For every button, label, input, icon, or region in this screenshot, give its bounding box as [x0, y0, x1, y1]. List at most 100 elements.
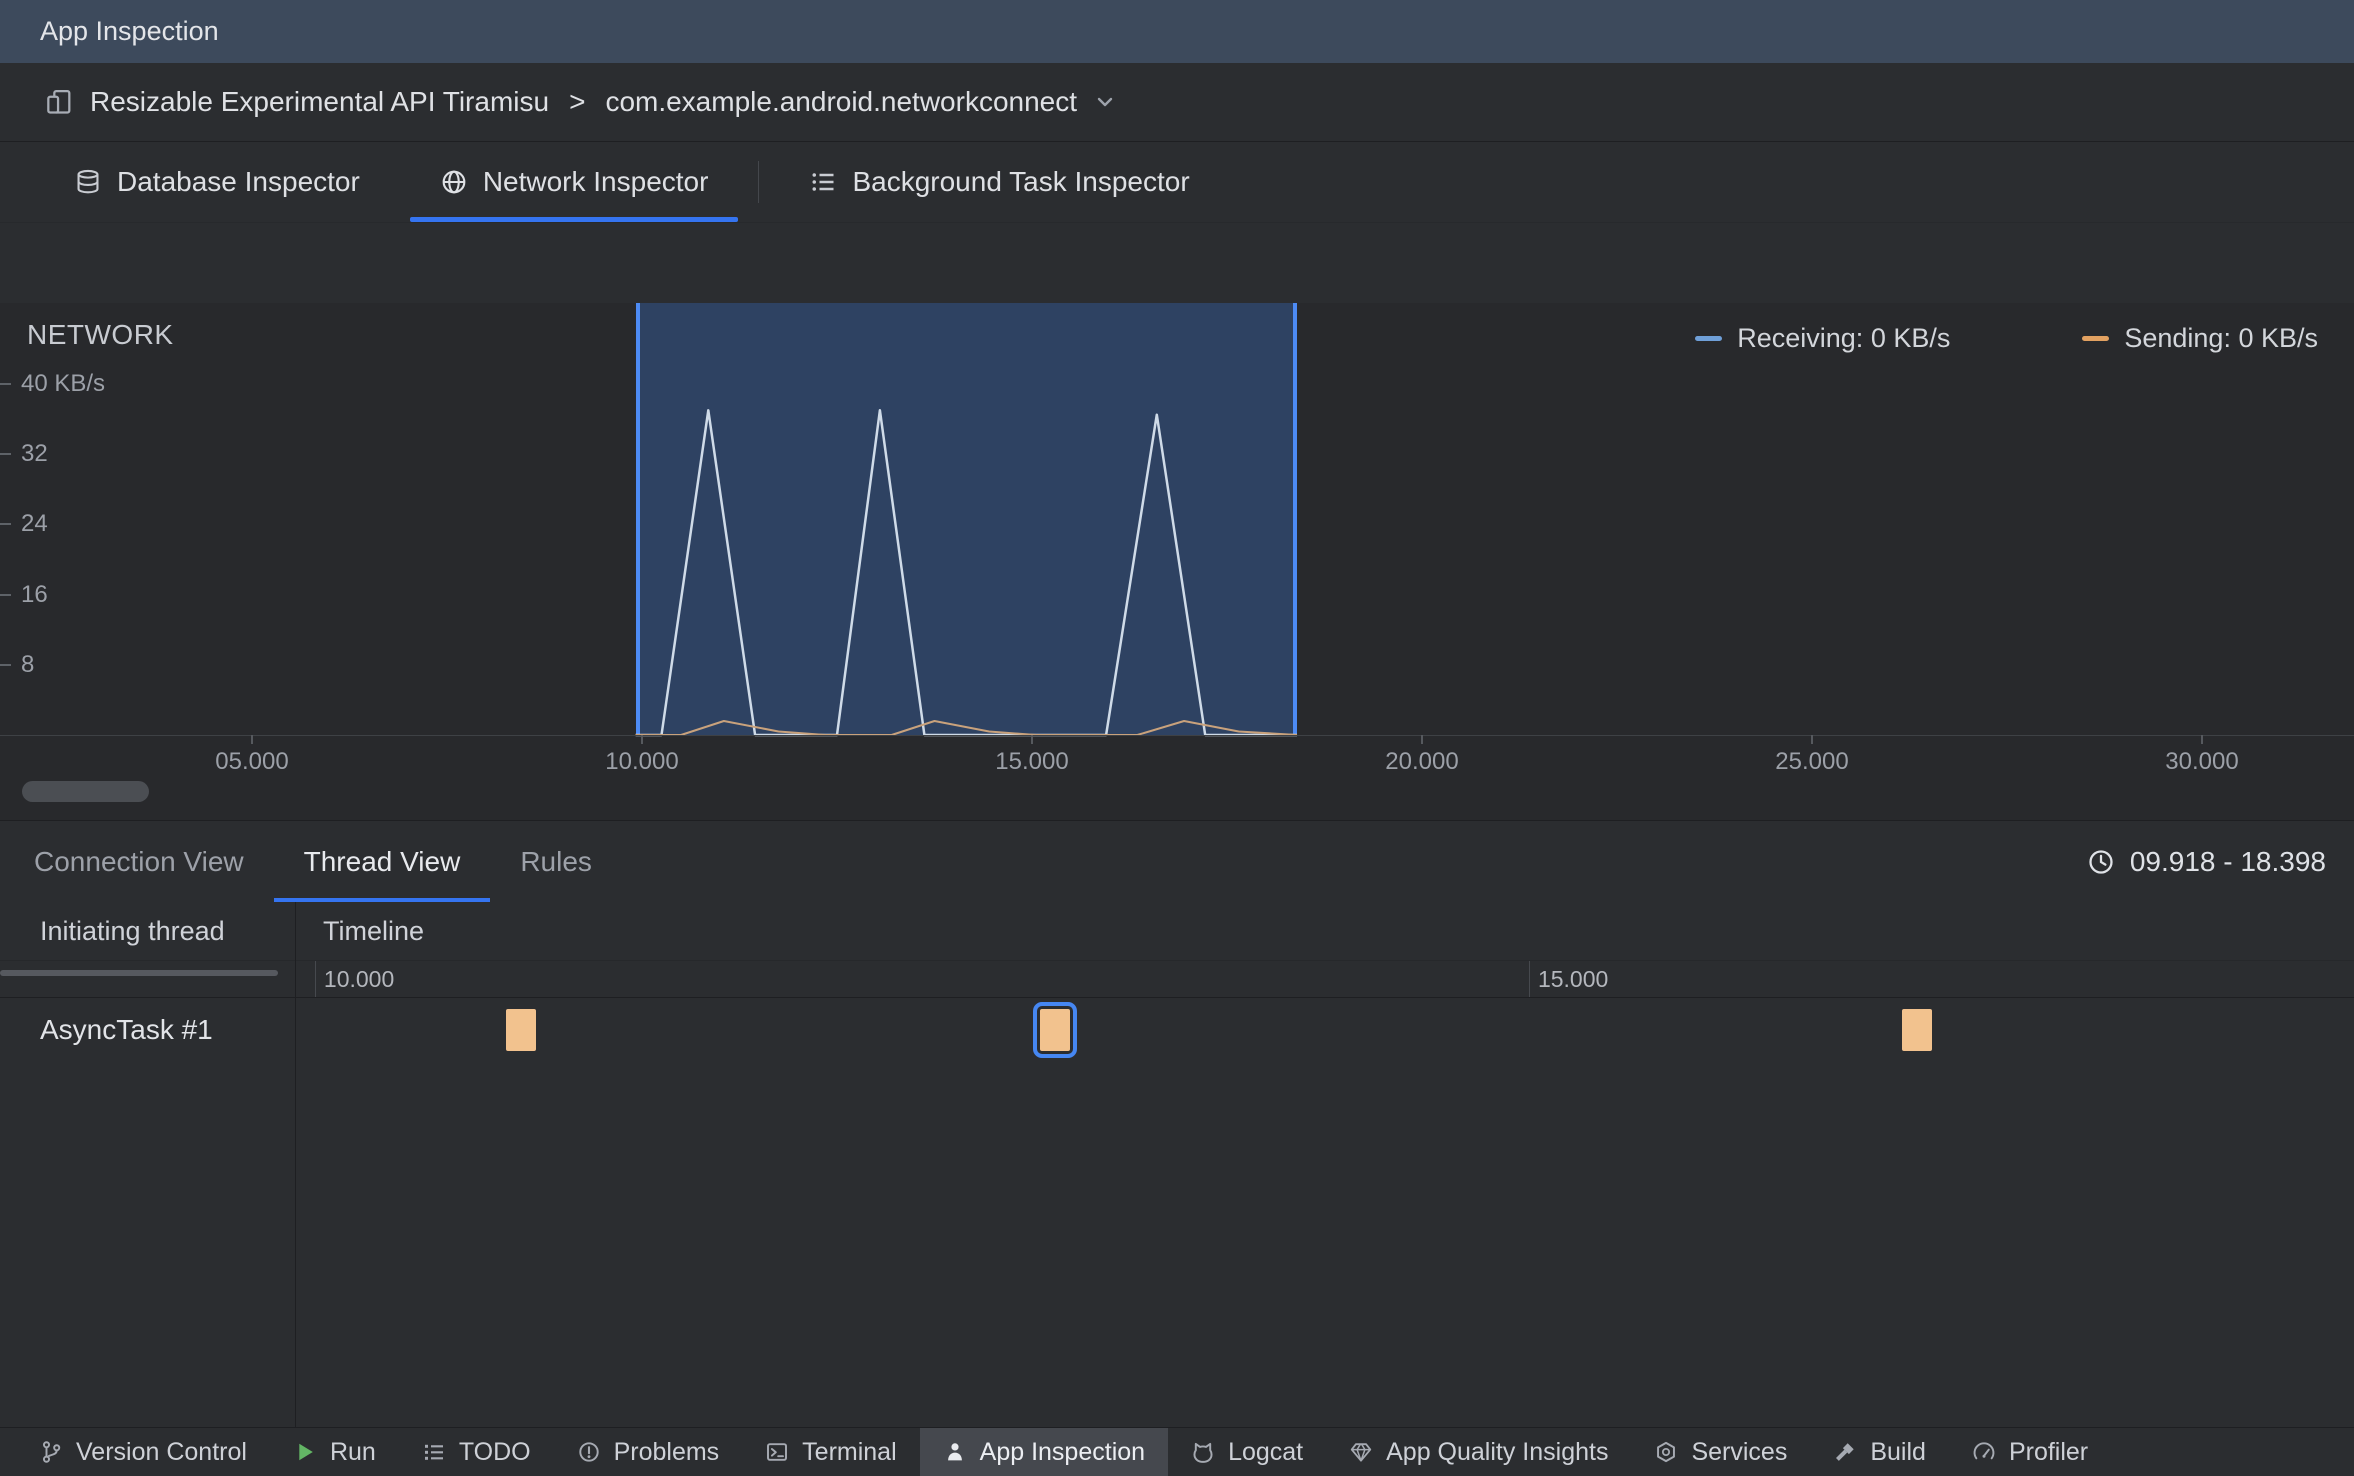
statusbar-app-inspection[interactable]: App Inspection [919, 1428, 1169, 1476]
legend-swatch [2082, 336, 2110, 341]
selected-time-range: 09.918 - 18.398 [2087, 821, 2326, 902]
x-tick-label: 15.000 [995, 748, 1069, 775]
x-tick-mark [641, 735, 643, 744]
y-tick-mark [0, 523, 11, 526]
statusbar-logcat[interactable]: Logcat [1168, 1428, 1326, 1476]
statusbar-problems[interactable]: Problems [554, 1428, 743, 1476]
services-icon [1657, 1441, 1676, 1463]
chart-scrollbar[interactable] [22, 781, 149, 802]
x-tick-label: 30.000 [2165, 748, 2239, 775]
initiating-thread-scrollbar[interactable] [0, 970, 278, 976]
statusbar-label: Terminal [802, 1437, 897, 1466]
y-tick-label: 24 [21, 510, 48, 538]
x-tick-label: 10.000 [605, 748, 679, 775]
tool-window-title-bar: App Inspection [0, 0, 2354, 63]
thread-name: AsyncTask #1 [40, 1014, 213, 1045]
app-inspection-icon [947, 1443, 962, 1461]
x-tick-mark [2201, 735, 2203, 744]
statusbar-version-control[interactable]: Version Control [16, 1428, 270, 1476]
database-icon [77, 169, 99, 194]
tab-database-inspector[interactable]: Database Inspector [34, 142, 400, 222]
page-title: App Inspection [40, 16, 219, 46]
network-request-event[interactable] [1902, 1009, 1933, 1051]
tab-label: Background Task Inspector [852, 166, 1190, 197]
clock-icon [2089, 849, 2113, 874]
chevron-down-icon [1097, 97, 1113, 107]
x-tick-mark [1031, 735, 1033, 744]
y-tick-label: 32 [21, 440, 48, 468]
network-chart[interactable]: NETWORK Receiving: 0 KB/s Sending: 0 KB/s… [0, 303, 2354, 820]
inspector-tab-bar: Database Inspector Network Inspector Bac… [0, 142, 2354, 223]
ruler-tick-label: 10.000 [323, 966, 395, 992]
thread-row[interactable]: AsyncTask #1 [0, 998, 2354, 1062]
selection-region[interactable] [635, 303, 1298, 735]
y-tick-label: 40 KB/s [21, 370, 106, 397]
tab-thread-view[interactable]: Thread View [273, 821, 491, 902]
x-tick-label: 20.000 [1385, 748, 1459, 775]
tab-network-inspector[interactable]: Network Inspector [400, 142, 749, 222]
statusbar-profiler[interactable]: Profiler [1949, 1428, 2111, 1476]
statusbar-label: Build [1870, 1437, 1926, 1466]
tab-rules[interactable]: Rules [490, 821, 622, 902]
statusbar-run[interactable]: Run [270, 1428, 399, 1476]
statusbar-build[interactable]: Build [1810, 1428, 1949, 1476]
resizable-device-icon [47, 90, 71, 114]
legend-label: Sending: 0 KB/s [2124, 323, 2318, 353]
y-axis: 40 KB/s 32 24 16 8 [0, 303, 220, 735]
statusbar-label: Problems [613, 1437, 720, 1466]
x-tick-mark [1421, 735, 1423, 744]
legend-label: Receiving: 0 KB/s [1737, 323, 1951, 353]
status-bar: Version Control Run TODO Problems Termin… [0, 1427, 2354, 1476]
statusbar-todo[interactable]: TODO [399, 1428, 554, 1476]
y-tick-mark [0, 383, 11, 385]
timeline-ruler[interactable]: 10.000 15.000 [0, 960, 2354, 998]
chart-legend: Receiving: 0 KB/s Sending: 0 KB/s [1695, 323, 2318, 354]
statusbar-app-quality-insights[interactable]: App Quality Insights [1326, 1428, 1631, 1476]
legend-item-receiving: Receiving: 0 KB/s [1695, 323, 1950, 354]
tab-separator [758, 161, 760, 203]
x-tick-label: 05.000 [215, 748, 289, 775]
statusbar-terminal[interactable]: Terminal [742, 1428, 919, 1476]
y-tick: 32 [0, 440, 48, 468]
statusbar-label: App Quality Insights [1386, 1437, 1609, 1466]
y-tick-label: 16 [21, 580, 48, 608]
x-tick-mark [251, 735, 253, 744]
gem-icon [1350, 1443, 1372, 1462]
tab-label: Database Inspector [117, 166, 360, 197]
network-request-event[interactable] [506, 1009, 537, 1051]
todo-icon [424, 1444, 443, 1460]
network-request-event[interactable] [1033, 1002, 1078, 1058]
ruler-tick-label: 15.000 [1537, 966, 1609, 992]
tab-connection-view[interactable]: Connection View [4, 821, 274, 902]
y-tick: 16 [0, 581, 48, 609]
problems-icon [578, 1442, 599, 1462]
tab-label: Thread View [303, 845, 461, 877]
inspector-toolbar [0, 223, 2354, 303]
tab-label: Rules [520, 845, 592, 877]
column-header-timeline[interactable]: Timeline [295, 916, 424, 947]
column-header-initiating-thread[interactable]: Initiating thread [0, 916, 295, 947]
build-icon [1836, 1443, 1855, 1461]
column-divider[interactable] [295, 902, 296, 1427]
legend-swatch [1695, 336, 1723, 341]
thread-row-timeline [0, 998, 2354, 1062]
process-selector[interactable]: Resizable Experimental API Tiramisu > co… [0, 63, 2354, 142]
y-tick-mark [0, 453, 11, 456]
x-tick-mark [1811, 735, 1813, 744]
tab-background-task-inspector[interactable]: Background Task Inspector [769, 142, 1229, 222]
process-separator: > [569, 86, 586, 117]
statusbar-label: Version Control [76, 1437, 247, 1466]
terminal-icon [767, 1443, 788, 1461]
statusbar-label: Services [1691, 1437, 1788, 1466]
y-tick: 40 KB/s [0, 370, 105, 398]
ruler-gridline [1528, 961, 1530, 997]
thread-table-header: Initiating thread Timeline [0, 902, 2354, 960]
process-name: com.example.android.networkconnect [605, 86, 1078, 117]
ruler-gridline [314, 961, 316, 997]
y-tick-mark [0, 663, 11, 666]
x-axis[interactable]: 05.000 10.000 15.000 20.000 25.000 30.000 [0, 735, 2354, 797]
y-tick-label: 8 [21, 650, 35, 678]
device-name: Resizable Experimental API Tiramisu [90, 86, 550, 117]
statusbar-services[interactable]: Services [1631, 1428, 1810, 1476]
tab-label: Network Inspector [482, 166, 709, 197]
